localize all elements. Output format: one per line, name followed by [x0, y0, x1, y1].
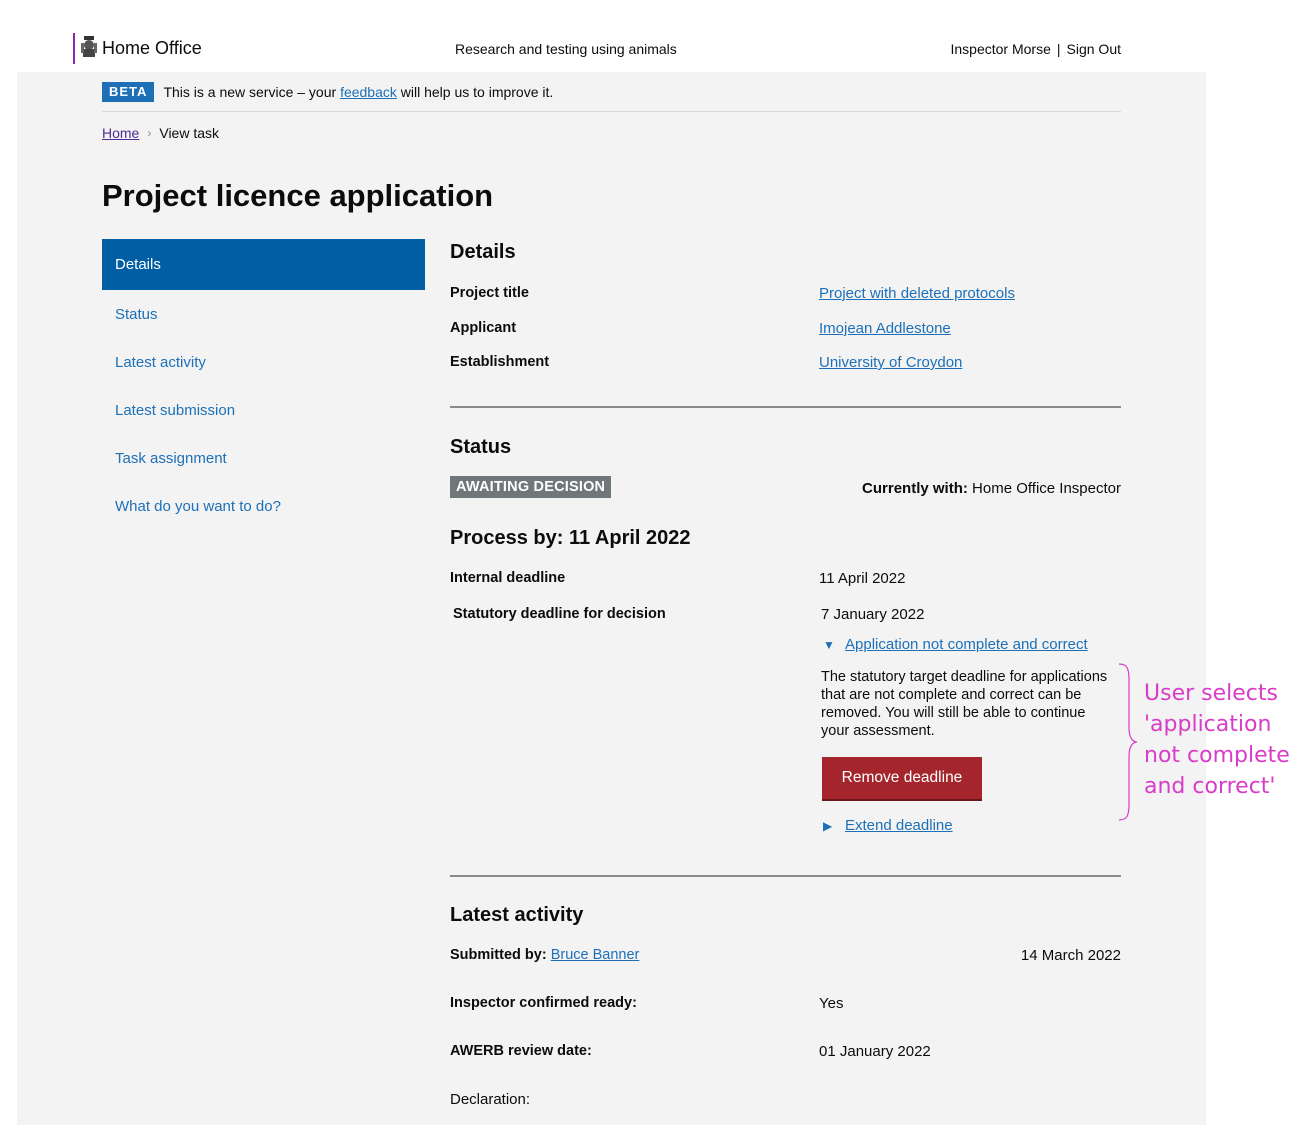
triangle-down-icon: ▼ — [823, 637, 835, 652]
page-title: Project licence application — [102, 178, 494, 213]
royal-crest-icon — [81, 36, 97, 57]
section-divider — [450, 406, 1121, 408]
site-header: Home Office Research and testing using a… — [0, 0, 1303, 72]
not-complete-toggle[interactable]: ▼ Application not complete and correct — [823, 636, 1088, 653]
side-nav-item-what-to-do[interactable]: What do you want to do? — [102, 482, 425, 530]
awerb-label: AWERB review date: — [450, 1043, 592, 1059]
section-divider — [450, 875, 1121, 877]
establishment-label: Establishment — [450, 354, 550, 370]
phase-banner-text: This is a new service – your feedback wi… — [163, 84, 553, 100]
side-nav-item-status[interactable]: Status — [102, 290, 425, 338]
extend-deadline-label[interactable]: Extend deadline — [845, 817, 953, 834]
awerb-value: 01 January 2022 — [819, 1043, 931, 1060]
inspector-ready-label: Inspector confirmed ready: — [450, 995, 637, 1011]
project-title-label: Project title — [450, 285, 529, 301]
breadcrumb-current: View task — [159, 125, 220, 141]
establishment-link[interactable]: University of Croydon — [819, 354, 962, 371]
declaration-label: Declaration: — [450, 1091, 531, 1108]
project-title-link[interactable]: Project with deleted protocols — [819, 285, 1015, 302]
side-nav-item-details[interactable]: Details — [102, 239, 425, 290]
sign-out-link[interactable]: Sign Out — [1067, 41, 1121, 57]
beta-tag: BETA — [102, 81, 155, 102]
side-nav-item-task-assignment[interactable]: Task assignment — [102, 434, 425, 482]
status-badge: AWAITING DECISION — [450, 476, 612, 498]
process-by-heading: Process by: 11 April 2022 — [450, 527, 691, 549]
triangle-right-icon: ▶ — [823, 818, 833, 833]
applicant-label: Applicant — [450, 320, 517, 336]
user-nav-separator: | — [1056, 41, 1061, 57]
brand-name[interactable]: Home Office — [102, 38, 202, 59]
submitted-by-label: Submitted by: Bruce Banner — [450, 947, 639, 963]
curly-brace-icon — [1118, 663, 1138, 821]
page-margin — [1206, 72, 1303, 592]
submitted-by-label-text: Submitted by: — [450, 947, 547, 963]
inspector-ready-value: Yes — [819, 995, 844, 1012]
annotation-note: User selects 'application not complete a… — [1144, 678, 1294, 802]
currently-with: Currently with: Home Office Inspector — [862, 480, 1121, 497]
currently-with-value: Home Office Inspector — [972, 480, 1121, 497]
phase-banner: BETA This is a new service – your feedba… — [102, 81, 1121, 112]
not-complete-toggle-label[interactable]: Application not complete and correct — [845, 636, 1088, 653]
not-complete-help-text: The statutory target deadline for applic… — [821, 669, 1108, 739]
submitted-by-link[interactable]: Bruce Banner — [551, 947, 640, 963]
annotation-text: User selects 'application not complete a… — [1144, 681, 1290, 799]
phase-text-before: This is a new service – your — [163, 83, 337, 100]
internal-deadline-value: 11 April 2022 — [819, 570, 906, 587]
user-nav: Inspector Morse | Sign Out — [951, 41, 1122, 57]
extend-deadline-toggle[interactable]: ▶ Extend deadline — [823, 817, 953, 834]
statutory-deadline-label: Statutory deadline for decision — [453, 606, 666, 622]
status-heading: Status — [450, 436, 512, 458]
statutory-deadline-value: 7 January 2022 — [821, 606, 925, 623]
phase-text-after: will help us to improve it. — [400, 83, 554, 100]
remove-deadline-button[interactable]: Remove deadline — [822, 757, 982, 799]
breadcrumb: Home › View task — [102, 125, 219, 141]
user-name-link[interactable]: Inspector Morse — [951, 41, 1051, 57]
applicant-link[interactable]: Imojean Addlestone — [819, 320, 951, 337]
service-name[interactable]: Research and testing using animals — [455, 41, 677, 57]
chevron-right-icon: › — [147, 126, 152, 140]
side-nav-item-latest-submission[interactable]: Latest submission — [102, 386, 425, 434]
brand-bar — [73, 33, 75, 64]
feedback-link[interactable]: feedback — [340, 84, 397, 100]
page-background — [17, 72, 1206, 1125]
internal-deadline-label: Internal deadline — [450, 570, 566, 586]
breadcrumb-home-link[interactable]: Home — [102, 125, 139, 141]
side-nav-item-latest-activity[interactable]: Latest activity — [102, 338, 425, 386]
side-nav: Details Status Latest activity Latest su… — [102, 239, 425, 530]
declaration-row: Declaration: — [450, 1091, 1121, 1108]
details-heading: Details — [450, 241, 516, 263]
currently-with-label: Currently with: — [862, 480, 968, 497]
submitted-date: 14 March 2022 — [1020, 947, 1121, 964]
latest-activity-heading: Latest activity — [450, 904, 584, 926]
